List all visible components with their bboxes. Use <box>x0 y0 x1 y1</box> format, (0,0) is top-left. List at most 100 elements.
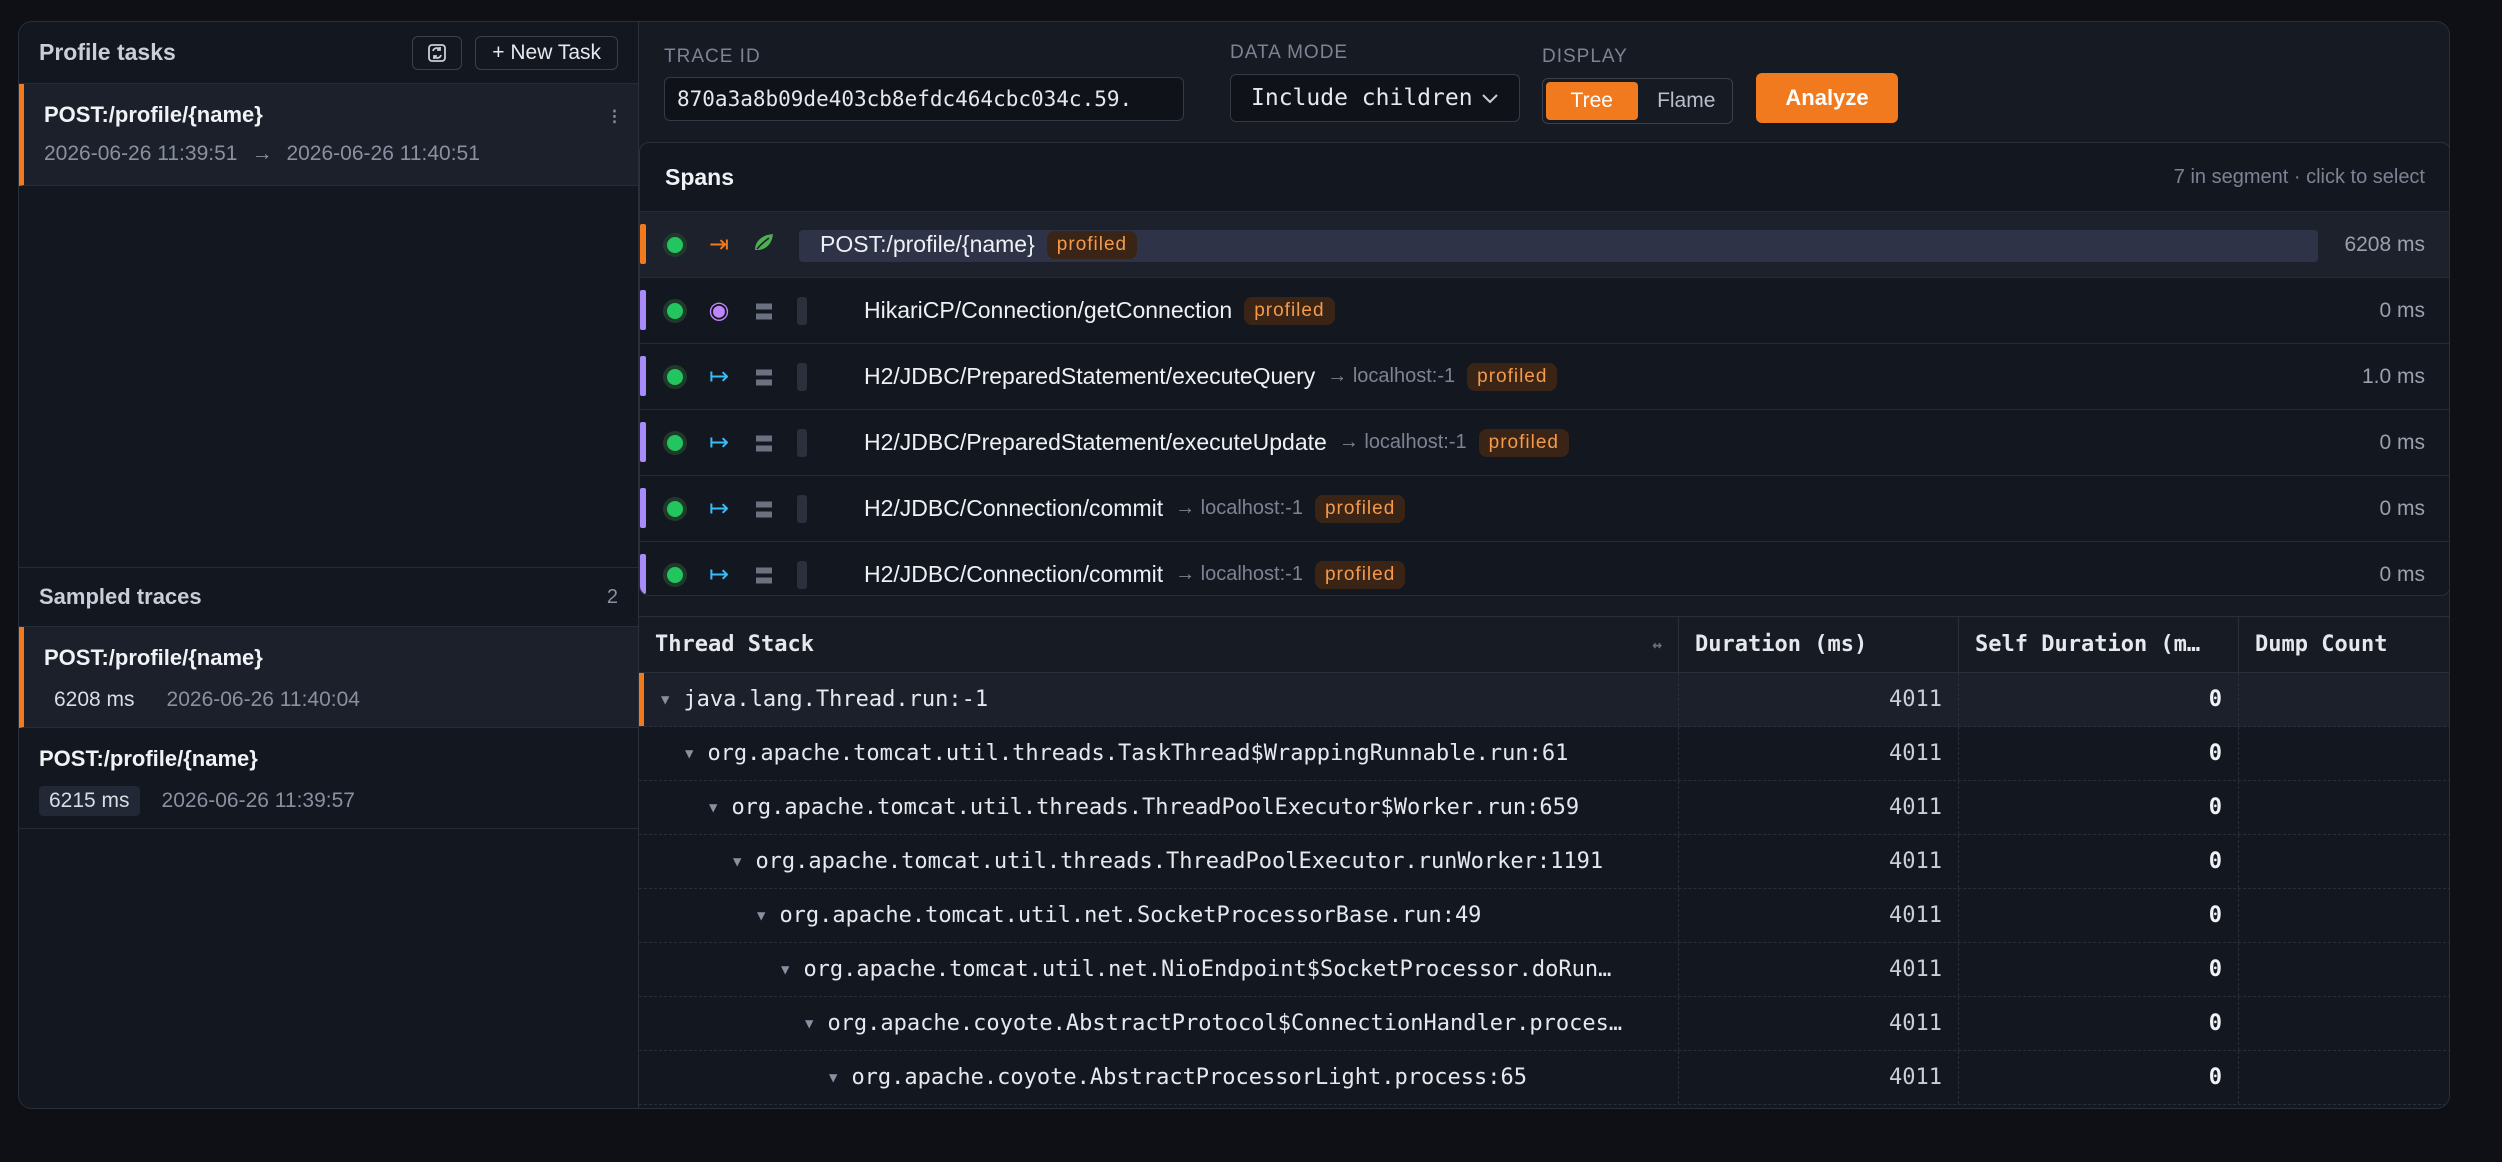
profile-tasks-title: Profile tasks <box>39 39 176 65</box>
table-row[interactable]: ▼ org.apache.tomcat.util.threads.ThreadP… <box>639 835 2449 889</box>
expand-toggle-icon[interactable]: ▼ <box>829 1070 837 1086</box>
dump-count-cell <box>2239 835 2449 888</box>
profiled-badge: profiled <box>1314 560 1406 589</box>
duration-cell: 4011 <box>1679 1051 1959 1104</box>
span-color-bar <box>640 290 646 330</box>
analyze-button[interactable]: Analyze <box>1756 73 1898 123</box>
status-ok-icon <box>667 236 683 253</box>
column-header-self-duration[interactable]: Self Duration (m… <box>1959 617 2239 672</box>
span-row[interactable]: ↦ 〓 H2/JDBC/PreparedStatement/executeUpd… <box>640 410 2449 476</box>
column-header-thread-stack[interactable]: Thread Stack ↔ <box>639 617 1679 672</box>
span-duration: 0 ms <box>2379 430 2425 454</box>
profiled-badge: profiled <box>1244 296 1335 325</box>
self-duration-cell: 0 <box>1959 889 2239 942</box>
span-label: H2/JDBC/Connection/commit → localhost:-1… <box>864 494 1406 523</box>
self-duration-cell: 0 <box>1959 997 2239 1050</box>
method-cell: ▼ org.apache.tomcat.util.threads.ThreadP… <box>639 781 1679 834</box>
expand-toggle-icon[interactable]: ▼ <box>781 962 789 978</box>
trace-duration: 6208 ms <box>54 688 135 711</box>
sampled-trace-list: POST:/profile/{name} 6208 ms 2026-06-26 … <box>19 627 638 829</box>
span-peer: → localhost:-1 <box>1338 431 1467 453</box>
sampled-traces-count: 2 <box>606 585 618 608</box>
task-name: POST:/profile/{name} <box>44 102 263 127</box>
span-color-bar <box>640 224 646 264</box>
column-header-dump-count[interactable]: Dump Count <box>2239 617 2449 672</box>
trace-name: POST:/profile/{name} <box>44 645 263 670</box>
method-name: org.apache.tomcat.util.threads.TaskThrea… <box>707 741 1569 766</box>
more-menu-icon[interactable]: ⁝ <box>611 104 618 130</box>
profile-tasks-header: Profile tasks + New Task <box>19 22 638 84</box>
flame-view-button[interactable]: Flame <box>1641 79 1733 123</box>
component-icon: 〓 <box>754 500 774 522</box>
table-row[interactable]: ▼ org.apache.tomcat.util.net.NioEndpoint… <box>639 943 2449 997</box>
column-title: Thread Stack <box>655 632 814 657</box>
trace-id-input[interactable]: 870a3a8b09de403cb8efdc464cbc034c.59. <box>664 77 1184 121</box>
status-ok-icon <box>667 566 683 583</box>
refresh-button[interactable] <box>412 35 463 70</box>
span-peer: → localhost:-1 <box>1327 365 1456 387</box>
expand-toggle-icon[interactable]: ▼ <box>733 854 741 870</box>
expand-toggle-icon[interactable]: ▼ <box>709 800 717 816</box>
expand-toggle-icon[interactable]: ▼ <box>805 1016 813 1032</box>
dump-count-cell <box>2239 727 2449 780</box>
span-depth-marker <box>797 495 807 523</box>
span-name: H2/JDBC/PreparedStatement/executeUpdate <box>864 429 1327 455</box>
task-item[interactable]: POST:/profile/{name} ⁝ 2026-06-26 11:39:… <box>19 84 638 186</box>
table-row[interactable]: ▼ org.apache.tomcat.util.threads.TaskThr… <box>639 727 2449 781</box>
display-toggle: Tree Flame <box>1542 78 1733 124</box>
status-ok-icon <box>667 500 683 517</box>
span-color-bar <box>640 488 646 528</box>
trace-item[interactable]: POST:/profile/{name} 6208 ms 2026-06-26 … <box>19 627 638 728</box>
app-window: Profile tasks + New Task POST:/profile/{… <box>18 21 2450 1109</box>
span-row[interactable]: ↦ 〓 H2/JDBC/PreparedStatement/executeQue… <box>640 344 2449 410</box>
span-name: H2/JDBC/PreparedStatement/executeQuery <box>864 363 1316 389</box>
task-end-time: 2026-06-26 11:40:51 <box>286 142 480 165</box>
span-peer: → localhost:-1 <box>1175 497 1303 519</box>
new-task-button[interactable]: + New Task <box>475 35 618 70</box>
duration-cell: 4011 <box>1679 781 1959 834</box>
method-name: org.apache.tomcat.util.net.NioEndpoint$S… <box>803 957 1612 982</box>
table-row[interactable]: ▼ org.apache.coyote.AbstractProtocol$Con… <box>639 997 2449 1051</box>
span-row[interactable]: ⇥ POST:/profile/{name} profiled 6208 ms <box>640 212 2449 278</box>
span-depth-marker <box>797 429 807 457</box>
span-row[interactable]: ↦ 〓 H2/JDBC/Connection/commit → localhos… <box>640 542 2449 595</box>
method-cell: ▼ org.apache.tomcat.util.threads.ThreadP… <box>639 835 1679 888</box>
method-cell: ▼ org.apache.tomcat.util.net.NioEndpoint… <box>639 943 1679 996</box>
profiled-badge: profiled <box>1467 362 1558 391</box>
dump-count-cell <box>2239 889 2449 942</box>
method-name: java.lang.Thread.run:-1 <box>683 687 989 712</box>
thread-stack-table: Thread Stack ↔ Duration (ms) Self Durati… <box>639 616 2449 1108</box>
resize-handle-icon[interactable]: ↔ <box>1652 635 1662 654</box>
table-row[interactable]: ▼ org.apache.tomcat.util.threads.ThreadP… <box>639 781 2449 835</box>
expand-toggle-icon[interactable]: ▼ <box>661 692 669 708</box>
span-duration: 0 ms <box>2379 496 2425 520</box>
span-name: POST:/profile/{name} <box>820 231 1035 257</box>
self-duration-cell: 0 <box>1959 835 2239 888</box>
span-row[interactable]: ↦ 〓 H2/JDBC/Connection/commit → localhos… <box>640 476 2449 542</box>
expand-toggle-icon[interactable]: ▼ <box>685 746 693 762</box>
column-header-duration[interactable]: Duration (ms) <box>1679 617 1959 672</box>
component-icon: 〓 <box>754 434 774 456</box>
trace-id-label: TRACE ID <box>664 46 761 67</box>
expand-toggle-icon[interactable]: ▼ <box>757 908 765 924</box>
trace-item[interactable]: POST:/profile/{name} 6215 ms 2026-06-26 … <box>19 728 638 829</box>
trace-time: 2026-06-26 11:40:04 <box>166 688 360 711</box>
table-row[interactable]: ▼ org.apache.tomcat.util.net.SocketProce… <box>639 889 2449 943</box>
span-color-bar <box>640 554 646 594</box>
table-row[interactable]: ▼ org.apache.coyote.AbstractProcessorLig… <box>639 1051 2449 1105</box>
span-name: H2/JDBC/Connection/commit <box>864 561 1164 587</box>
entry-span-icon: ⇥ <box>708 231 730 258</box>
spring-leaf-icon <box>750 231 778 259</box>
spans-title: Spans <box>665 163 735 190</box>
status-ok-icon <box>667 368 683 385</box>
table-row[interactable]: ▼ java.lang.Thread.run:-1 4011 0 <box>639 673 2449 727</box>
data-mode-select[interactable]: Include children <box>1230 74 1520 122</box>
tree-view-button[interactable]: Tree <box>1546 82 1638 120</box>
method-cell: ▼ org.apache.tomcat.util.net.SocketProce… <box>639 889 1679 942</box>
span-row[interactable]: ◉ 〓 HikariCP/Connection/getConnection pr… <box>640 278 2449 344</box>
exit-span-icon: ↦ <box>708 561 730 588</box>
span-label: H2/JDBC/PreparedStatement/executeQuery →… <box>864 362 1558 391</box>
span-duration: 0 ms <box>2379 562 2425 586</box>
method-name: org.apache.coyote.AbstractProcessorLight… <box>851 1065 1527 1090</box>
task-start-time: 2026-06-26 11:39:51 <box>44 142 238 165</box>
